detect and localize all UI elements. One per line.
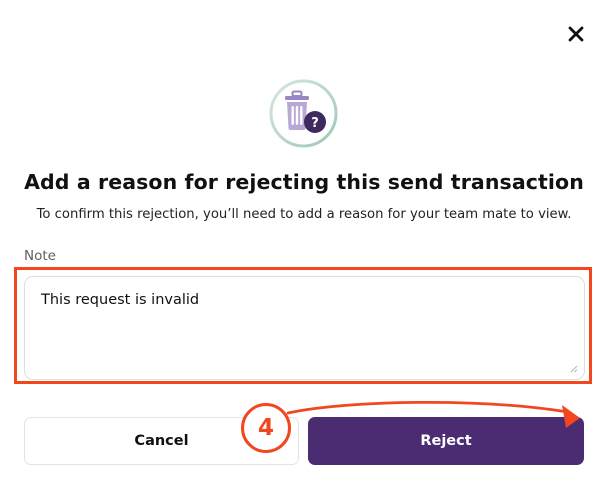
reject-reason-dialog: ? Add a reason for rejecting this send t… bbox=[0, 0, 608, 494]
cancel-button-label: Cancel bbox=[134, 433, 189, 449]
note-label: Note bbox=[24, 248, 56, 264]
dialog-title: Add a reason for rejecting this send tra… bbox=[24, 170, 584, 194]
reject-button[interactable]: Reject bbox=[308, 417, 584, 465]
trash-question-icon: ? bbox=[269, 79, 338, 148]
close-button[interactable] bbox=[562, 20, 590, 48]
annotation-highlight-box bbox=[14, 267, 592, 384]
svg-text:?: ? bbox=[311, 116, 319, 131]
dialog-subtitle: To confirm this rejection, you’ll need t… bbox=[36, 207, 572, 222]
reject-button-label: Reject bbox=[420, 433, 472, 449]
annotation-step-badge: 4 bbox=[241, 403, 291, 453]
close-icon bbox=[568, 26, 584, 42]
